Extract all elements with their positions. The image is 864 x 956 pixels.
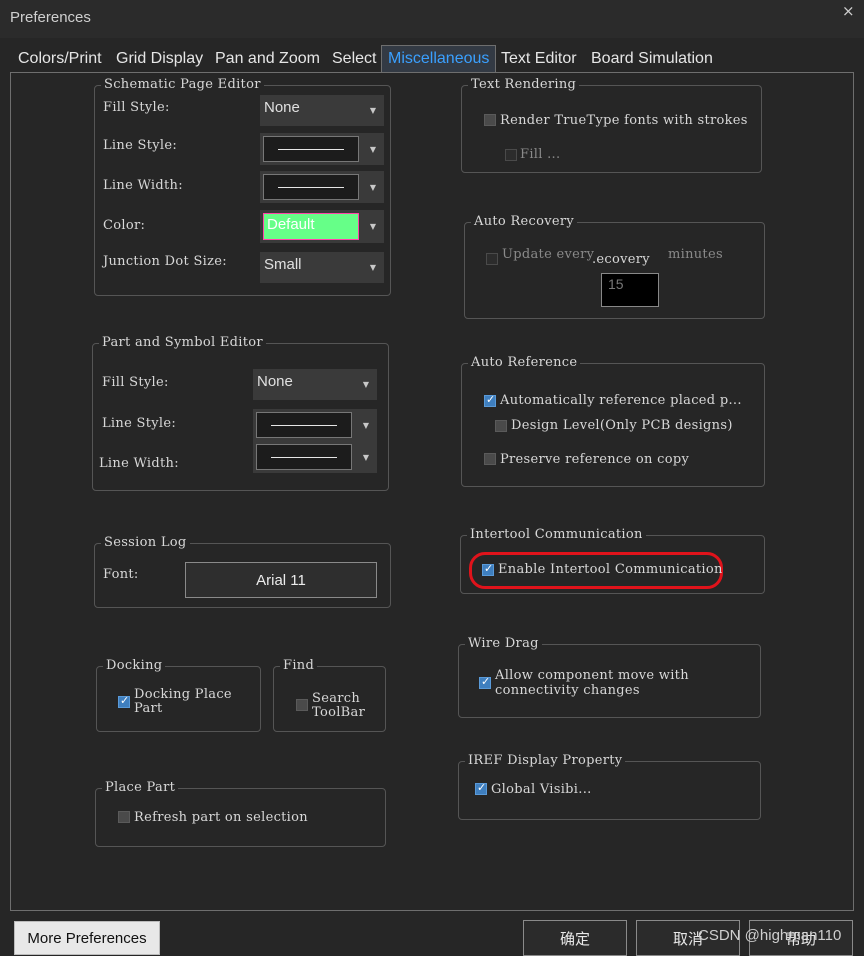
chevron-down-icon: ▼ bbox=[362, 420, 370, 430]
line-width-preview bbox=[263, 174, 359, 200]
design-level-label: Design Level(Only PCB designs) bbox=[511, 418, 733, 433]
fill-style-label: Fill Style: bbox=[103, 100, 170, 115]
line-style-select[interactable]: ▼ bbox=[260, 133, 384, 165]
color-swatch: Default bbox=[263, 213, 359, 240]
place-part-title: Place Part bbox=[102, 780, 179, 795]
chevron-down-icon: ▼ bbox=[369, 144, 377, 154]
auto-reference-checkbox[interactable] bbox=[484, 393, 496, 407]
line-style-label: Line Style: bbox=[103, 138, 177, 153]
docking-title: Docking bbox=[103, 658, 166, 673]
tab-colors-print[interactable]: Colors/Print bbox=[18, 46, 102, 73]
line-width-label: Line Width: bbox=[103, 178, 183, 193]
part-line-style-select[interactable]: ▼ bbox=[253, 409, 377, 441]
part-fill-style-label: Fill Style: bbox=[102, 375, 169, 390]
allow-component-move-label-2: connectivity changes bbox=[495, 683, 640, 698]
part-line-style-preview bbox=[256, 412, 352, 438]
refresh-part-checkbox[interactable] bbox=[118, 811, 130, 823]
render-truetype-label: Render TrueType fonts with strokes bbox=[500, 113, 748, 128]
update-every-label: Update every bbox=[502, 247, 595, 262]
global-visibility-label: Global Visibi... bbox=[491, 782, 592, 797]
chevron-down-icon: ▼ bbox=[369, 182, 377, 192]
schematic-page-editor-title: Schematic Page Editor bbox=[101, 77, 264, 92]
tab-text-editor[interactable]: Text Editor bbox=[501, 46, 577, 73]
update-every-checkbox[interactable] bbox=[486, 253, 498, 265]
window-title: Preferences bbox=[10, 9, 91, 26]
ok-button[interactable]: 确定 bbox=[523, 920, 627, 956]
search-toolbar-checkbox[interactable] bbox=[296, 699, 308, 711]
auto-reference-label: Automatically reference placed p... bbox=[500, 393, 742, 408]
allow-component-move-label-1: Allow component move with bbox=[495, 668, 689, 683]
recovery-overlap-text: .ecovery bbox=[592, 252, 650, 267]
docking-place-part-label-2: Part bbox=[134, 701, 163, 716]
enable-intertool-checkbox[interactable] bbox=[482, 562, 494, 576]
fill-label: Fill ... bbox=[520, 147, 561, 162]
refresh-part-label: Refresh part on selection bbox=[134, 810, 308, 825]
docking-place-part-checkbox[interactable] bbox=[118, 694, 130, 708]
close-icon[interactable]: × bbox=[842, 2, 855, 20]
session-log-title: Session Log bbox=[101, 535, 190, 550]
tab-miscellaneous[interactable]: Miscellaneous bbox=[381, 45, 497, 73]
chevron-down-icon: ▼ bbox=[369, 263, 377, 272]
color-select[interactable]: Default ▼ bbox=[260, 210, 384, 243]
auto-reference-title: Auto Reference bbox=[468, 355, 581, 370]
chevron-down-icon: ▼ bbox=[369, 222, 377, 231]
wire-drag-title: Wire Drag bbox=[465, 636, 542, 651]
render-truetype-checkbox[interactable] bbox=[484, 114, 496, 126]
part-line-width-select[interactable]: ▼ bbox=[253, 441, 377, 473]
junction-dot-size-select[interactable]: Small ▼ bbox=[260, 252, 384, 283]
line-style-preview bbox=[263, 136, 359, 162]
tab-board-simulation[interactable]: Board Simulation bbox=[591, 46, 713, 73]
intertool-title: Intertool Communication bbox=[467, 527, 646, 542]
docking-place-part-label-1: Docking Place bbox=[134, 687, 232, 702]
chevron-down-icon: ▼ bbox=[369, 106, 377, 115]
tab-pan-and-zoom[interactable]: Pan and Zoom bbox=[215, 46, 320, 73]
tab-grid-display[interactable]: Grid Display bbox=[116, 46, 203, 73]
search-toolbar-label-1: Search bbox=[312, 691, 361, 706]
minutes-label: minutes bbox=[668, 247, 723, 262]
search-toolbar-label-2: ToolBar bbox=[312, 705, 366, 720]
junction-dot-size-label: Junction Dot Size: bbox=[103, 254, 227, 269]
part-symbol-editor-title: Part and Symbol Editor bbox=[99, 335, 266, 350]
tab-select[interactable]: Select bbox=[332, 46, 376, 73]
part-line-style-label: Line Style: bbox=[102, 416, 176, 431]
recovery-minutes-input[interactable]: 15 bbox=[601, 273, 659, 307]
fill-style-value: None bbox=[264, 99, 300, 116]
preserve-reference-checkbox[interactable] bbox=[484, 453, 496, 465]
font-button[interactable]: Arial 11 bbox=[185, 562, 377, 598]
part-fill-style-value: None bbox=[257, 373, 293, 390]
enable-intertool-label: Enable Intertool Communication bbox=[498, 562, 723, 577]
junction-dot-size-value: Small bbox=[264, 256, 302, 273]
watermark-text: CSDN @highman110 bbox=[698, 927, 842, 944]
line-width-select[interactable]: ▼ bbox=[260, 171, 384, 203]
color-value: Default bbox=[267, 216, 315, 233]
more-preferences-button[interactable]: More Preferences bbox=[14, 921, 160, 955]
iref-title: IREF Display Property bbox=[465, 753, 626, 768]
fill-checkbox[interactable] bbox=[505, 149, 517, 161]
find-title: Find bbox=[280, 658, 318, 673]
part-line-width-label: Line Width: bbox=[99, 456, 179, 471]
part-line-width-preview bbox=[256, 444, 352, 470]
font-label: Font: bbox=[103, 567, 139, 582]
design-level-checkbox[interactable] bbox=[495, 420, 507, 432]
part-fill-style-select[interactable]: None ▼ bbox=[253, 369, 377, 400]
chevron-down-icon: ▼ bbox=[362, 452, 370, 462]
text-rendering-title: Text Rendering bbox=[468, 77, 580, 92]
preserve-reference-label: Preserve reference on copy bbox=[500, 452, 690, 467]
color-label: Color: bbox=[103, 218, 146, 233]
chevron-down-icon: ▼ bbox=[362, 380, 370, 389]
auto-recovery-title: Auto Recovery bbox=[471, 214, 578, 229]
global-visibility-checkbox[interactable] bbox=[475, 781, 487, 795]
title-bar bbox=[0, 0, 864, 38]
allow-component-move-checkbox[interactable] bbox=[479, 675, 491, 689]
fill-style-select[interactable]: None ▼ bbox=[260, 95, 384, 126]
